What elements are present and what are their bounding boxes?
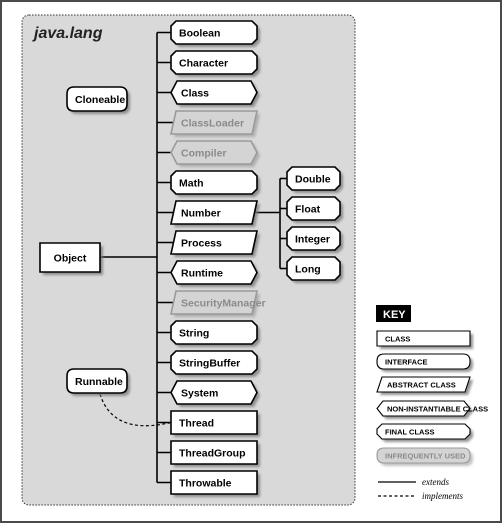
class-stringbuffer: StringBuffer bbox=[170, 350, 260, 377]
node-label: Number bbox=[181, 207, 221, 219]
node-label: SecurityManager bbox=[181, 297, 266, 309]
class-throwable: Throwable bbox=[170, 470, 260, 497]
node-label: Long bbox=[295, 263, 321, 275]
node-label: CLASS bbox=[385, 335, 410, 344]
node-label: Runtime bbox=[181, 267, 223, 279]
legend-items: CLASS INTERFACE ABSTRACT CLASS NON-INSTANTI… bbox=[376, 330, 488, 466]
node-label: ClassLoader bbox=[181, 117, 244, 129]
legend-item-class: CLASS bbox=[376, 330, 473, 349]
node-label: Cloneable bbox=[75, 94, 125, 106]
node-label: Float bbox=[295, 203, 321, 215]
class-long: Long bbox=[286, 256, 343, 283]
node-label: Math bbox=[179, 177, 204, 189]
legend-item-interface: INTERFACE bbox=[376, 353, 473, 372]
class-classloader: ClassLoader bbox=[170, 110, 260, 137]
node-label: Process bbox=[181, 237, 222, 249]
legend-title: KEY bbox=[383, 309, 406, 321]
node-label: INFREQUENTLY USED bbox=[385, 452, 466, 461]
node-label: Runnable bbox=[75, 376, 123, 388]
node-label: Integer bbox=[295, 233, 330, 245]
node-label: System bbox=[181, 387, 218, 399]
node-label: NON-INSTANTIABLE CLASS bbox=[387, 405, 488, 414]
interface-cloneable: Cloneable bbox=[66, 86, 130, 114]
legend-extends-label: extends bbox=[422, 477, 449, 487]
node-label: Thread bbox=[179, 417, 214, 429]
legend-implements-label: implements bbox=[422, 491, 463, 501]
node-label: Class bbox=[181, 87, 209, 99]
class-process: Process bbox=[170, 230, 260, 257]
legend: KEY CLASS INTERFACE ABSTRACT CLASS NON-INST… bbox=[376, 305, 488, 501]
node-label: String bbox=[179, 327, 209, 339]
class-math: Math bbox=[170, 170, 260, 197]
class-float: Float bbox=[286, 196, 343, 223]
node-label: Double bbox=[295, 173, 331, 185]
class-double: Double bbox=[286, 166, 343, 193]
class-compiler: Compiler bbox=[170, 140, 260, 167]
class-securitymanager: SecurityManager bbox=[170, 290, 266, 317]
class-object: Object bbox=[39, 242, 103, 275]
class-thread: Thread bbox=[170, 410, 260, 437]
class-system: System bbox=[170, 380, 260, 407]
class-class: Class bbox=[170, 80, 260, 107]
node-label: Boolean bbox=[179, 27, 220, 39]
legend-item-abstract-class: ABSTRACT CLASS bbox=[376, 376, 473, 395]
node-label: ABSTRACT CLASS bbox=[387, 381, 456, 390]
class-threadgroup: ThreadGroup bbox=[170, 440, 260, 467]
node-label: StringBuffer bbox=[179, 357, 240, 369]
node-label: Character bbox=[179, 57, 228, 69]
class-runtime: Runtime bbox=[170, 260, 260, 287]
class-boolean: Boolean bbox=[170, 20, 260, 47]
class-hierarchy-diagram: java.lang Boolean Character Class ClassLoad… bbox=[21, 14, 488, 506]
class-number: Number bbox=[170, 200, 260, 227]
package-title: java.lang bbox=[32, 25, 103, 42]
class-character: Character bbox=[170, 50, 260, 77]
class-integer: Integer bbox=[286, 226, 343, 253]
legend-item-non-instantiable-class: NON-INSTANTIABLE CLASS bbox=[376, 400, 488, 419]
interface-runnable: Runnable bbox=[66, 368, 130, 396]
node-label: Compiler bbox=[181, 147, 227, 159]
node-label: Throwable bbox=[179, 477, 232, 489]
node-label: INTERFACE bbox=[385, 358, 428, 367]
node-label: ThreadGroup bbox=[179, 447, 246, 459]
legend-item-infrequently-used: INFREQUENTLY USED bbox=[376, 447, 473, 466]
node-label: FINAL CLASS bbox=[385, 428, 434, 437]
legend-item-final-class: FINAL CLASS bbox=[376, 423, 473, 442]
node-label: Object bbox=[54, 252, 87, 264]
class-string: String bbox=[170, 320, 260, 347]
